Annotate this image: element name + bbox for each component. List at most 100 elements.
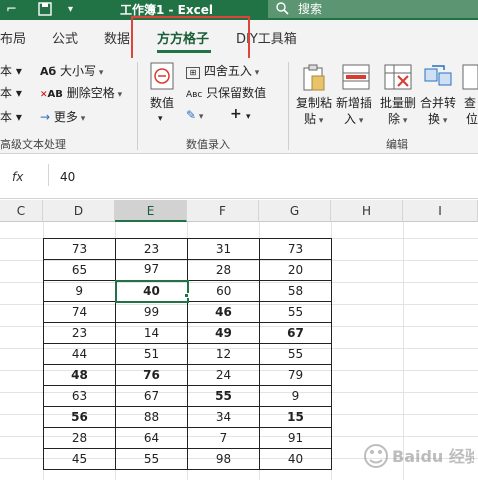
table-cell[interactable]: 48 (43, 364, 116, 386)
find-label-2[interactable]: 位 (466, 112, 478, 126)
tab-formulas[interactable]: 公式 (52, 32, 78, 48)
edit-button[interactable]: ✎ ▾ (186, 108, 203, 124)
case-button[interactable]: Aб 大小写 ▾ (40, 64, 103, 80)
search-box[interactable]: 搜索 (268, 0, 478, 18)
table-cell[interactable]: 67 (115, 385, 188, 407)
merge-convert-label[interactable]: 合并转 (420, 96, 456, 110)
table-cell[interactable]: 40 (259, 448, 332, 470)
table-cell[interactable]: 58 (259, 280, 332, 302)
column-header-h[interactable]: H (331, 200, 403, 222)
quick-access-dropdown-icon[interactable]: ▾ (68, 2, 73, 18)
table-cell[interactable]: 67 (259, 322, 332, 344)
table-cell[interactable]: 15 (259, 406, 332, 428)
save-icon[interactable] (38, 2, 52, 21)
formula-divider (48, 164, 49, 186)
keep-numeric-button[interactable]: Aʙc 只保留数值 (186, 86, 266, 102)
table-cell[interactable]: 44 (43, 343, 116, 365)
copy-paste-icon (302, 64, 326, 95)
table-cell[interactable]: 97 (115, 259, 188, 281)
table-cell[interactable]: 63 (43, 385, 116, 407)
table-cell[interactable]: 65 (43, 259, 116, 281)
active-cell[interactable]: 40 (114, 279, 189, 303)
group-label-text-processing: 高级文本处理 (0, 138, 66, 151)
remove-spaces-icon: ✕ (40, 90, 48, 100)
more-label: 更多 (53, 110, 78, 124)
value-button-label[interactable]: 数值 (150, 96, 174, 110)
value-dropdown-icon[interactable]: ▾ (158, 112, 163, 126)
column-header-i[interactable]: I (403, 200, 478, 222)
ribbon-left-item-2[interactable]: 本 ▾ (0, 86, 22, 100)
copy-paste-label[interactable]: 复制粘 (296, 96, 332, 110)
more-icon: → (40, 110, 51, 124)
table-cell[interactable]: 64 (115, 427, 188, 449)
remove-spaces-button[interactable]: ✕AB 删除空格 ▾ (40, 86, 122, 102)
table-cell[interactable]: 73 (43, 238, 116, 260)
tab-layout[interactable]: 布局 (0, 32, 26, 48)
table-cell[interactable]: 9 (43, 280, 116, 302)
table-row: 65 97 28 20 (43, 259, 332, 281)
find-label[interactable]: 查 (464, 96, 476, 110)
table-cell[interactable]: 55 (187, 385, 260, 407)
table-cell[interactable]: 60 (187, 280, 260, 302)
table-cell[interactable]: 76 (115, 364, 188, 386)
keep-numeric-icon: Aʙc (186, 90, 203, 100)
table-cell[interactable]: 79 (259, 364, 332, 386)
table-row: 23 14 49 67 (43, 322, 332, 344)
table-cell[interactable]: 55 (259, 343, 332, 365)
ribbon: 本 ▾ 本 ▾ 本 ▾ Aб 大小写 ▾ ✕AB 删除空格 ▾ → 更多 ▾ 高… (0, 58, 478, 154)
table-cell[interactable]: 14 (115, 322, 188, 344)
tab-data[interactable]: 数据 (104, 32, 130, 48)
round-button[interactable]: ⊞ 四舍五入 ▾ (186, 64, 259, 80)
batch-delete-label-2[interactable]: 除 ▾ (388, 112, 407, 128)
table-cell[interactable]: 20 (259, 259, 332, 281)
column-header-c[interactable]: C (0, 200, 43, 222)
table-cell[interactable]: 51 (115, 343, 188, 365)
table-cell[interactable]: 55 (259, 301, 332, 323)
more-button[interactable]: → 更多 ▾ (40, 110, 85, 126)
insert-label-2[interactable]: 入 ▾ (344, 112, 363, 128)
table-cell[interactable]: 88 (115, 406, 188, 428)
table-cell[interactable]: 24 (187, 364, 260, 386)
ribbon-left-item-3[interactable]: 本 ▾ (0, 110, 22, 124)
table-cell[interactable]: 98 (187, 448, 260, 470)
table-cell[interactable]: 55 (115, 448, 188, 470)
plus-dropdown-icon[interactable]: ▾ (246, 110, 251, 124)
copy-paste-label-2[interactable]: 贴 ▾ (304, 112, 323, 128)
table-cell[interactable]: 28 (43, 427, 116, 449)
search-icon (276, 2, 289, 18)
table-cell[interactable]: 74 (43, 301, 116, 323)
group-separator (288, 62, 289, 150)
table-cell[interactable]: 31 (187, 238, 260, 260)
table-cell[interactable]: 46 (187, 301, 260, 323)
table-cell[interactable]: 56 (43, 406, 116, 428)
fx-icon[interactable]: fx (12, 170, 23, 184)
table-cell[interactable]: 28 (187, 259, 260, 281)
table-cell[interactable]: 99 (115, 301, 188, 323)
table-cell[interactable]: 45 (43, 448, 116, 470)
table-cell[interactable]: 49 (187, 322, 260, 344)
column-header-g[interactable]: G (259, 200, 331, 222)
find-icon (462, 64, 478, 93)
undo-icon[interactable]: ⌐ (6, 2, 17, 18)
column-header-f[interactable]: F (187, 200, 259, 222)
table-cell[interactable]: 23 (115, 238, 188, 260)
ribbon-left-item-1[interactable]: 本 ▾ (0, 64, 22, 78)
table-cell[interactable]: 9 (259, 385, 332, 407)
plus-button[interactable]: + (230, 107, 242, 121)
column-header-d[interactable]: D (43, 200, 115, 222)
column-header-e[interactable]: E (115, 200, 187, 222)
table-cell[interactable]: 7 (187, 427, 260, 449)
insert-label[interactable]: 新增插 (336, 96, 372, 110)
group-separator (137, 62, 138, 150)
group-label-numeric-input: 数值录入 (186, 138, 230, 151)
table-cell[interactable]: 23 (43, 322, 116, 344)
fill-handle[interactable] (184, 293, 189, 298)
batch-delete-label[interactable]: 批量删 (380, 96, 416, 110)
table-cell[interactable]: 73 (259, 238, 332, 260)
table-cell[interactable]: 34 (187, 406, 260, 428)
merge-convert-label-2[interactable]: 换 ▾ (428, 112, 447, 128)
table-cell[interactable]: 12 (187, 343, 260, 365)
table-cell[interactable]: 91 (259, 427, 332, 449)
formula-input[interactable]: 40 (60, 170, 75, 184)
formula-bar: fx 40 (0, 154, 478, 200)
